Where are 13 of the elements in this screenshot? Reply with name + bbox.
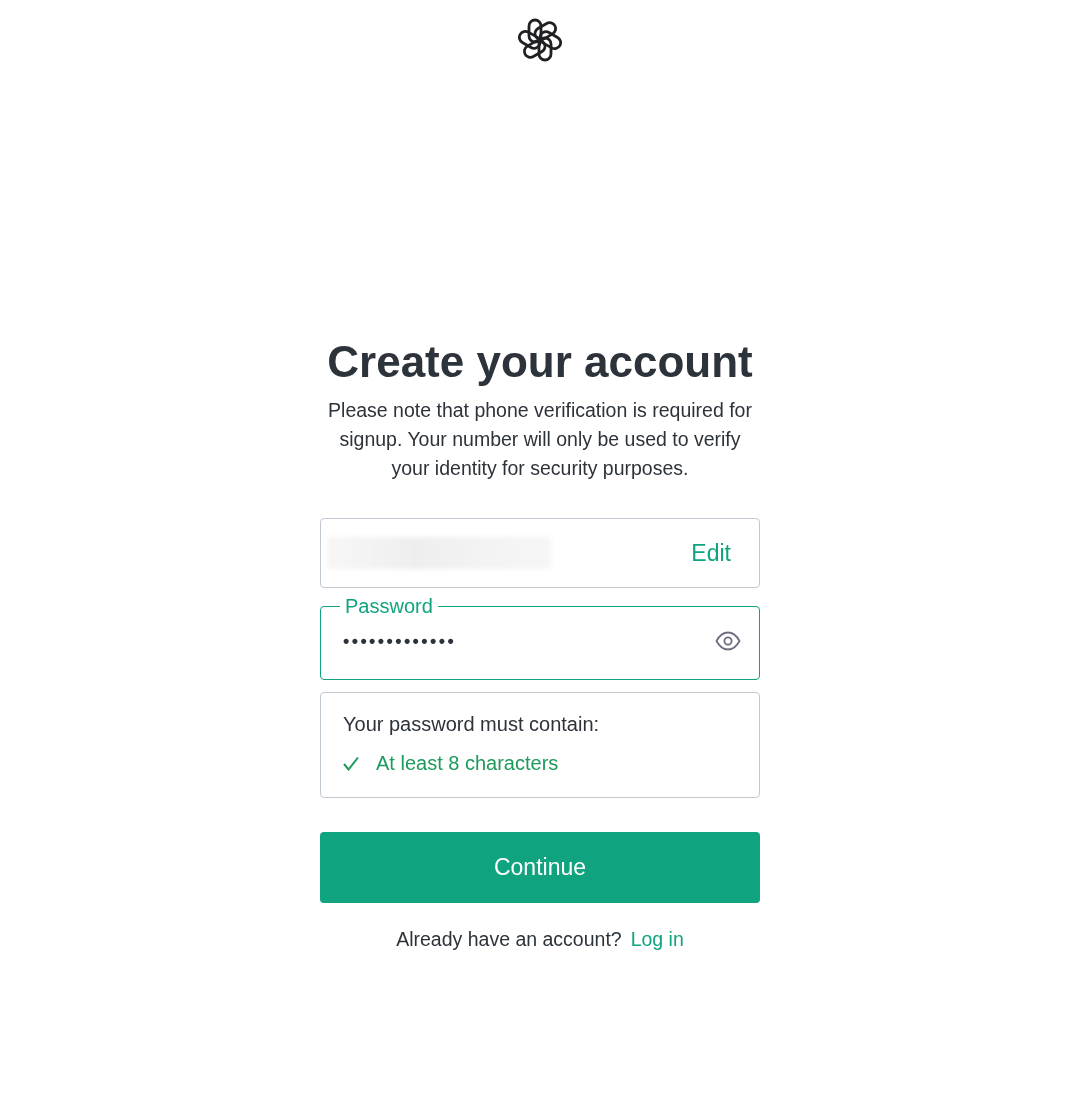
login-link[interactable]: Log in bbox=[630, 928, 684, 950]
knot-logo-icon bbox=[518, 18, 562, 62]
notice-text: Please note that phone verification is required for signup. Your number will only be used to verify your identity for security purposes. bbox=[327, 398, 753, 481]
requirements-title: Your password must contain: bbox=[343, 712, 601, 736]
requirement-text: At least 8 characters bbox=[376, 751, 559, 775]
login-prompt-text: Already have an account? bbox=[396, 928, 622, 950]
password-field[interactable]: Password ••••••••••••• bbox=[320, 596, 760, 680]
eye-icon[interactable] bbox=[715, 631, 741, 651]
edit-link[interactable]: Edit bbox=[691, 535, 731, 571]
email-field[interactable]: Edit bbox=[320, 518, 760, 588]
password-label: Password bbox=[344, 596, 434, 616]
continue-button[interactable]: Continue bbox=[320, 832, 760, 903]
page-heading: Create your account bbox=[326, 338, 754, 386]
